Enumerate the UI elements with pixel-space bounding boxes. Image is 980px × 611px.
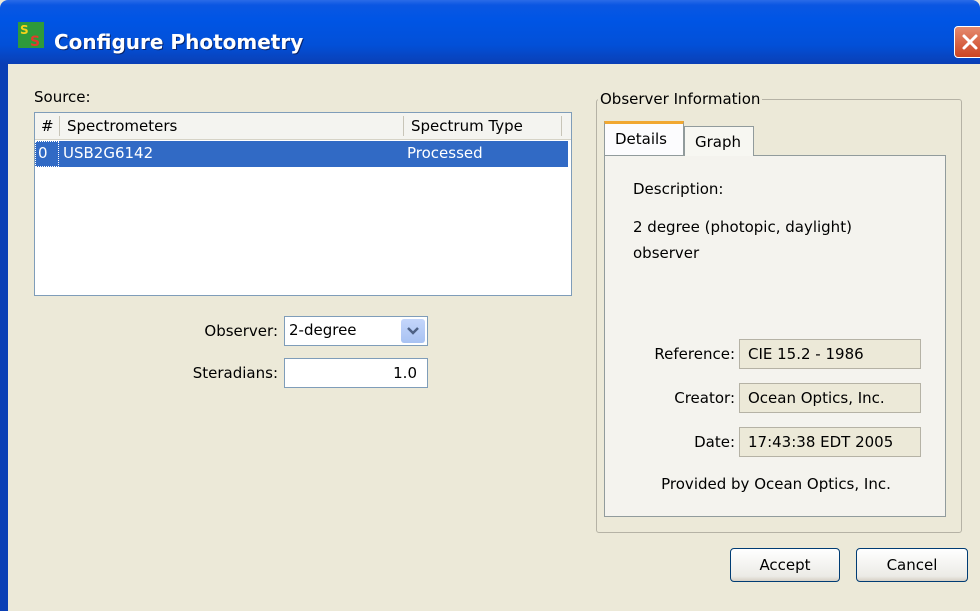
source-label: Source: — [34, 88, 91, 106]
column-header-spectrometers[interactable]: Spectrometers — [67, 117, 177, 135]
steradians-input[interactable]: 1.0 — [284, 358, 428, 388]
spectrasuite-app-icon: S S — [18, 22, 44, 48]
column-divider[interactable] — [59, 116, 60, 136]
steradians-label: Steradians: — [192, 364, 278, 382]
description-label: Description: — [633, 180, 724, 198]
window-border — [0, 64, 8, 611]
svg-text:S: S — [20, 23, 29, 37]
column-header-spectrum-type[interactable]: Spectrum Type — [411, 117, 523, 135]
creator-field: Ocean Optics, Inc. — [739, 383, 921, 413]
observer-select[interactable]: 2-degree — [284, 316, 428, 346]
reference-label: Reference: — [654, 345, 735, 363]
date-label: Date: — [694, 433, 735, 451]
tab-details[interactable]: Details — [604, 121, 684, 155]
observer-select-value: 2-degree — [289, 321, 357, 339]
provided-by-text: Provided by Ocean Optics, Inc. — [661, 475, 891, 493]
dialog-window: S S Configure Photometry Source: # Spect… — [0, 0, 980, 611]
row-index: 0 — [38, 144, 48, 162]
title-bar[interactable]: S S Configure Photometry — [0, 0, 980, 64]
column-divider[interactable] — [403, 116, 404, 136]
tab-graph[interactable]: Graph — [684, 126, 754, 156]
reference-value: CIE 15.2 - 1986 — [748, 345, 864, 363]
svg-text:S: S — [30, 34, 40, 48]
group-title: Observer Information — [598, 90, 763, 108]
window-title: Configure Photometry — [54, 30, 304, 54]
row-spectrometer: USB2G6142 — [63, 144, 154, 162]
row-index-cell: 0 — [35, 141, 59, 167]
reference-field: CIE 15.2 - 1986 — [739, 339, 921, 369]
details-tab-panel: Description: 2 degree (photopic, dayligh… — [604, 155, 946, 517]
creator-label: Creator: — [674, 389, 735, 407]
column-header-index[interactable]: # — [41, 117, 54, 135]
close-icon — [962, 34, 978, 50]
source-table[interactable]: # Spectrometers Spectrum Type 0 USB2G614… — [34, 112, 572, 296]
row-spectrum-type: Processed — [407, 144, 483, 162]
description-text-line-2: observer — [633, 244, 700, 262]
date-field: 17:43:38 EDT 2005 — [739, 427, 921, 457]
observer-label: Observer: — [204, 322, 278, 340]
date-value: 17:43:38 EDT 2005 — [748, 433, 894, 451]
chevron-down-icon — [407, 327, 419, 335]
tab-graph-label: Graph — [695, 133, 742, 151]
table-row[interactable]: 0 USB2G6142 Processed — [35, 141, 568, 167]
accept-button[interactable]: Accept — [730, 548, 840, 582]
close-button[interactable] — [954, 26, 980, 58]
cancel-button[interactable]: Cancel — [856, 548, 968, 582]
table-header: # Spectrometers Spectrum Type — [35, 113, 571, 140]
column-divider[interactable] — [561, 116, 562, 136]
tab-details-label: Details — [615, 130, 668, 148]
steradians-value: 1.0 — [393, 364, 417, 382]
observer-dropdown-button[interactable] — [401, 319, 425, 343]
creator-value: Ocean Optics, Inc. — [748, 389, 885, 407]
description-text-line-1: 2 degree (photopic, daylight) — [633, 218, 852, 236]
